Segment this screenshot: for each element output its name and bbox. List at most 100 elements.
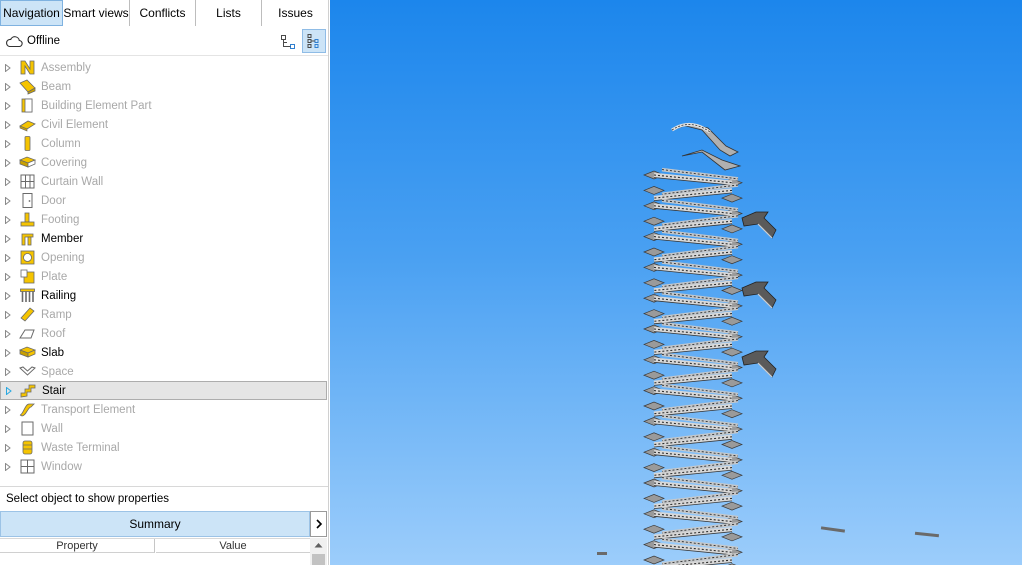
column-header-property[interactable]: Property xyxy=(0,539,155,553)
expand-arrow-icon[interactable] xyxy=(5,348,11,357)
tab-conflicts[interactable]: Conflicts xyxy=(130,0,196,26)
beam-icon xyxy=(19,78,36,95)
expand-arrow-icon[interactable] xyxy=(5,101,11,110)
expand-arrow-icon[interactable] xyxy=(5,158,11,167)
tree-item-label: Assembly xyxy=(41,61,91,74)
tree-item-label: Member xyxy=(41,232,84,245)
expand-arrow-icon[interactable] xyxy=(5,329,11,338)
tree-item-label: Covering xyxy=(41,156,88,169)
tree-item-covering[interactable]: Covering xyxy=(0,153,327,172)
tab-smart-views[interactable]: Smart views xyxy=(63,0,130,26)
tree-item-opening[interactable]: Opening xyxy=(0,248,327,267)
tree-item-label: Railing xyxy=(41,289,77,302)
tree-item-railing[interactable]: Railing xyxy=(0,286,327,305)
properties-scrollbar[interactable] xyxy=(310,538,327,565)
tree-item-transport-element[interactable]: Transport Element xyxy=(0,400,327,419)
stair-model-scene[interactable] xyxy=(330,0,1022,565)
expand-arrow-icon[interactable] xyxy=(5,405,11,414)
tree-item-label: Wall xyxy=(41,422,63,435)
expand-arrow-icon[interactable] xyxy=(5,367,11,376)
expand-arrow-icon[interactable] xyxy=(5,196,11,205)
tree-item-waste-terminal[interactable]: Waste Terminal xyxy=(0,438,327,457)
expand-arrow-icon[interactable] xyxy=(5,310,11,319)
tree-item-column[interactable]: Column xyxy=(0,134,327,153)
tree-item-label: Ramp xyxy=(41,308,72,321)
tree-item-label: Transport Element xyxy=(41,403,136,416)
expand-arrow-icon[interactable] xyxy=(5,443,11,452)
space-icon xyxy=(19,363,36,380)
expand-arrow-icon[interactable] xyxy=(5,139,11,148)
tree-item-plate[interactable]: Plate xyxy=(0,267,327,286)
ramp-icon xyxy=(19,306,36,323)
ifc-type-tree: Assembly Beam Building Element Part Civil E… xyxy=(0,57,328,477)
tree-item-curtain-wall[interactable]: Curtain Wall xyxy=(0,172,327,191)
tree-item-label: Window xyxy=(41,460,82,473)
expand-arrow-icon[interactable] xyxy=(5,234,11,243)
hierarchy-icon xyxy=(281,34,295,49)
tree-item-roof[interactable]: Roof xyxy=(0,324,327,343)
expand-arrow-icon[interactable] xyxy=(5,462,11,471)
column-header-value[interactable]: Value xyxy=(156,539,310,553)
tree-item-footing[interactable]: Footing xyxy=(0,210,327,229)
tree-item-label: Slab xyxy=(41,346,65,359)
curtain-wall-icon xyxy=(19,173,36,190)
expand-arrow-icon[interactable] xyxy=(5,291,11,300)
tree-item-stair[interactable]: Stair xyxy=(0,381,327,400)
transport-element-icon xyxy=(19,401,36,418)
opening-icon xyxy=(19,249,36,266)
3d-viewport[interactable] xyxy=(330,0,1022,565)
tab-navigation[interactable]: Navigation xyxy=(0,0,63,26)
tree-item-wall[interactable]: Wall xyxy=(0,419,327,438)
expand-arrow-icon[interactable] xyxy=(5,424,11,433)
tree-item-beam[interactable]: Beam xyxy=(0,77,327,96)
connection-status-bar: Offline xyxy=(0,27,328,56)
window-icon xyxy=(19,458,36,475)
expand-arrow-icon[interactable] xyxy=(5,177,11,186)
panel-tabs: Navigation Smart views Conflicts Lists I… xyxy=(0,0,328,26)
tab-issues[interactable]: Issues xyxy=(262,0,328,26)
tree-item-ramp[interactable]: Ramp xyxy=(0,305,327,324)
tab-lists[interactable]: Lists xyxy=(196,0,262,26)
tree-item-space[interactable]: Space xyxy=(0,362,327,381)
tree-item-window[interactable]: Window xyxy=(0,457,327,476)
tree-item-label: Waste Terminal xyxy=(41,441,120,454)
hierarchy-view-button[interactable] xyxy=(276,30,300,53)
building-element-part-icon xyxy=(19,97,36,114)
expand-arrow-icon[interactable] xyxy=(5,82,11,91)
tree-item-label: Roof xyxy=(41,327,66,340)
tree-item-label: Space xyxy=(41,365,74,378)
expand-arrow-icon[interactable] xyxy=(6,386,12,395)
door-icon xyxy=(19,192,36,209)
tree-item-label: Door xyxy=(41,194,66,207)
properties-hint: Select object to show properties xyxy=(0,486,328,510)
tree-item-member[interactable]: Member xyxy=(0,229,327,248)
scroll-up-icon[interactable] xyxy=(314,542,323,548)
tree-item-assembly[interactable]: Assembly xyxy=(0,58,327,77)
expand-arrow-icon[interactable] xyxy=(5,120,11,129)
summary-next-button[interactable] xyxy=(310,511,327,537)
expand-arrow-icon[interactable] xyxy=(5,215,11,224)
covering-icon xyxy=(19,154,36,171)
tree-item-building-element-part[interactable]: Building Element Part xyxy=(0,96,327,115)
tree-item-civil-element[interactable]: Civil Element xyxy=(0,115,327,134)
category-view-button[interactable] xyxy=(302,29,326,53)
railing-icon xyxy=(19,287,36,304)
properties-hint-text: Select object to show properties xyxy=(6,492,170,505)
expand-arrow-icon[interactable] xyxy=(5,253,11,262)
summary-tab[interactable]: Summary xyxy=(0,511,310,537)
expand-arrow-icon[interactable] xyxy=(5,63,11,72)
civil-element-icon xyxy=(19,116,36,133)
tree-item-slab[interactable]: Slab xyxy=(0,343,327,362)
expand-arrow-icon[interactable] xyxy=(5,272,11,281)
scrollbar-thumb[interactable] xyxy=(312,554,325,565)
footing-icon xyxy=(19,211,36,228)
navigation-panel: Navigation Smart views Conflicts Lists I… xyxy=(0,0,329,565)
tree-item-label: Stair xyxy=(42,384,66,397)
waste-terminal-icon xyxy=(19,439,36,456)
grid-dots-icon xyxy=(307,34,319,48)
tree-item-door[interactable]: Door xyxy=(0,191,327,210)
assembly-icon xyxy=(19,59,36,76)
roof-icon xyxy=(19,325,36,342)
wall-icon xyxy=(19,420,36,437)
tree-item-label: Footing xyxy=(41,213,80,226)
